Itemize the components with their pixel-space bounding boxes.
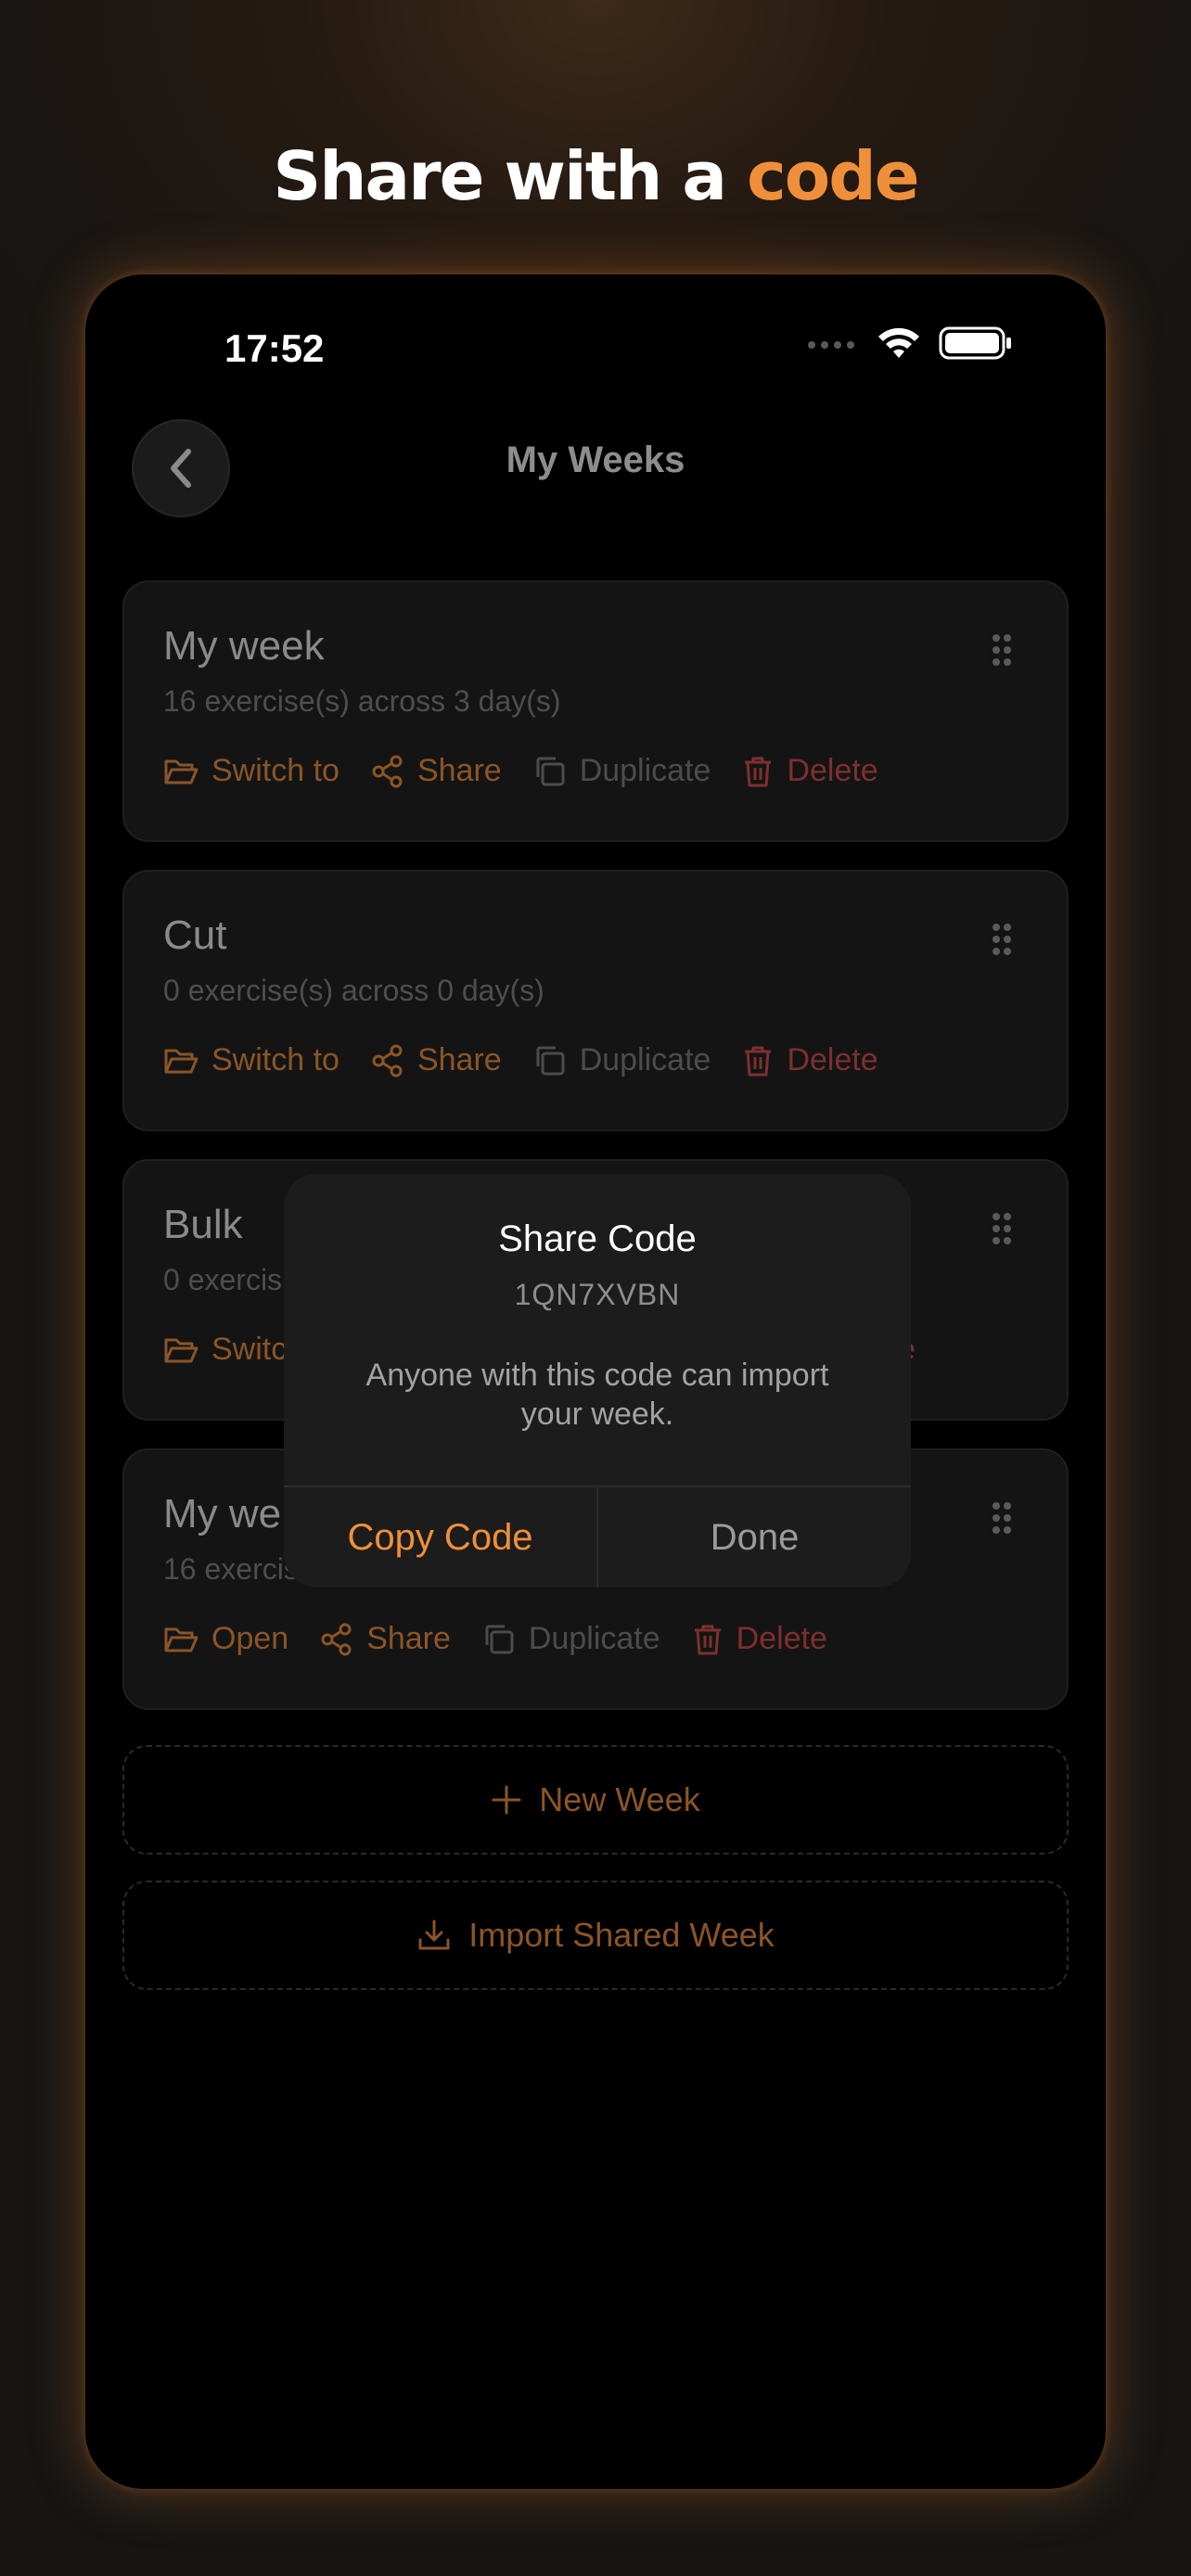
duplicate-button[interactable]: Duplicate bbox=[533, 753, 711, 789]
plus-icon bbox=[492, 1785, 521, 1815]
battery-icon bbox=[939, 326, 1011, 360]
week-subtitle: 16 exercise(s) across 3 day(s) bbox=[163, 684, 561, 718]
phone-frame: 17:52 My Weeks My week 16 exercise(s) ac… bbox=[85, 274, 1106, 2489]
week-title: Cut bbox=[163, 912, 227, 958]
new-week-label: New Week bbox=[539, 1780, 700, 1818]
card-actions: Switch to Share Duplicate Delete bbox=[163, 1042, 878, 1078]
switch-to-label: Switch to bbox=[211, 753, 339, 788]
switch-to-button[interactable]: Switch to bbox=[163, 1042, 339, 1078]
duplicate-label: Duplicate bbox=[528, 1621, 660, 1656]
drag-handle-icon[interactable] bbox=[992, 924, 1011, 955]
week-subtitle: 16 exercis bbox=[163, 1552, 299, 1586]
duplicate-label: Duplicate bbox=[579, 1042, 711, 1078]
share-button[interactable]: Share bbox=[371, 753, 502, 789]
copy-code-button[interactable]: Copy Code bbox=[284, 1487, 596, 1588]
done-button[interactable]: Done bbox=[598, 1487, 911, 1588]
share-button[interactable]: Share bbox=[371, 1042, 502, 1078]
headline: Share with a code bbox=[0, 137, 1191, 215]
copy-icon bbox=[485, 1625, 514, 1653]
drag-handle-icon[interactable] bbox=[992, 1502, 1011, 1534]
dialog-message: Anyone with this code can import your we… bbox=[365, 1358, 829, 1432]
trash-icon bbox=[745, 757, 772, 786]
wifi-icon bbox=[878, 327, 919, 358]
card-actions: Open Share Duplicate Delete bbox=[163, 1621, 827, 1657]
drag-handle-icon[interactable] bbox=[992, 634, 1011, 666]
duplicate-label: Duplicate bbox=[579, 753, 711, 788]
share-button[interactable]: Share bbox=[320, 1621, 451, 1657]
folder-open-icon bbox=[164, 1627, 198, 1651]
trash-icon bbox=[745, 1046, 772, 1076]
switch-to-label: Switc bbox=[211, 1332, 288, 1367]
share-label: Share bbox=[416, 1042, 502, 1078]
copy-icon bbox=[536, 757, 565, 785]
switch-to-label: Switch to bbox=[211, 1042, 339, 1078]
week-subtitle: 0 exercise(s) across 0 day(s) bbox=[163, 974, 544, 1007]
delete-button[interactable]: Delete bbox=[692, 1621, 827, 1657]
week-card[interactable]: Cut 0 exercise(s) across 0 day(s) Switch… bbox=[122, 870, 1069, 1131]
folder-open-icon bbox=[164, 1049, 198, 1073]
trash-icon bbox=[694, 1625, 721, 1654]
page-title: My Weeks bbox=[506, 440, 685, 480]
import-week-button[interactable]: Import Shared Week bbox=[122, 1881, 1069, 1990]
switch-to-button[interactable]: Switch to bbox=[163, 753, 339, 789]
card-actions: Switch to Share Duplicate Delete bbox=[163, 753, 878, 789]
dialog-title: Share Code bbox=[498, 1218, 697, 1259]
share-label: Share bbox=[416, 753, 502, 788]
download-icon bbox=[418, 1919, 450, 1950]
open-label: Open bbox=[211, 1621, 289, 1656]
duplicate-button[interactable]: Duplicate bbox=[533, 1042, 711, 1078]
delete-button[interactable]: Delete bbox=[742, 753, 878, 789]
week-card[interactable]: My week 16 exercise(s) across 3 day(s) S… bbox=[122, 580, 1069, 842]
week-title: My week bbox=[163, 623, 325, 669]
delete-label: Delete bbox=[787, 753, 878, 788]
delete-button[interactable]: Delete bbox=[742, 1042, 878, 1078]
headline-highlight: code bbox=[747, 137, 920, 215]
week-title: My we bbox=[163, 1491, 282, 1537]
delete-label: Delete bbox=[787, 1042, 878, 1078]
delete-label: Delete bbox=[736, 1621, 827, 1656]
share-icon bbox=[372, 755, 403, 787]
open-button[interactable]: Open bbox=[163, 1621, 288, 1657]
headline-text: Share with a bbox=[273, 137, 748, 215]
folder-open-icon bbox=[164, 1338, 198, 1362]
share-code-value: 1QN7XVBN bbox=[514, 1278, 681, 1311]
share-icon bbox=[372, 1044, 403, 1077]
week-title: Bulk bbox=[163, 1202, 243, 1247]
drag-handle-icon[interactable] bbox=[992, 1213, 1011, 1244]
share-icon bbox=[321, 1623, 352, 1655]
duplicate-button[interactable]: Duplicate bbox=[482, 1621, 660, 1657]
signal-icon bbox=[808, 341, 854, 349]
new-week-button[interactable]: New Week bbox=[122, 1745, 1069, 1855]
week-subtitle: 0 exercis bbox=[163, 1263, 283, 1296]
import-week-label: Import Shared Week bbox=[468, 1916, 775, 1954]
share-code-dialog: Share Code 1QN7XVBN Anyone with this cod… bbox=[284, 1174, 911, 1588]
copy-icon bbox=[536, 1046, 565, 1075]
status-icons bbox=[807, 326, 1013, 360]
switch-to-button[interactable]: Switc bbox=[163, 1332, 287, 1368]
card-actions: Switc bbox=[163, 1332, 287, 1368]
status-time: 17:52 bbox=[224, 326, 325, 370]
folder-open-icon bbox=[164, 759, 198, 784]
share-label: Share bbox=[366, 1621, 451, 1656]
